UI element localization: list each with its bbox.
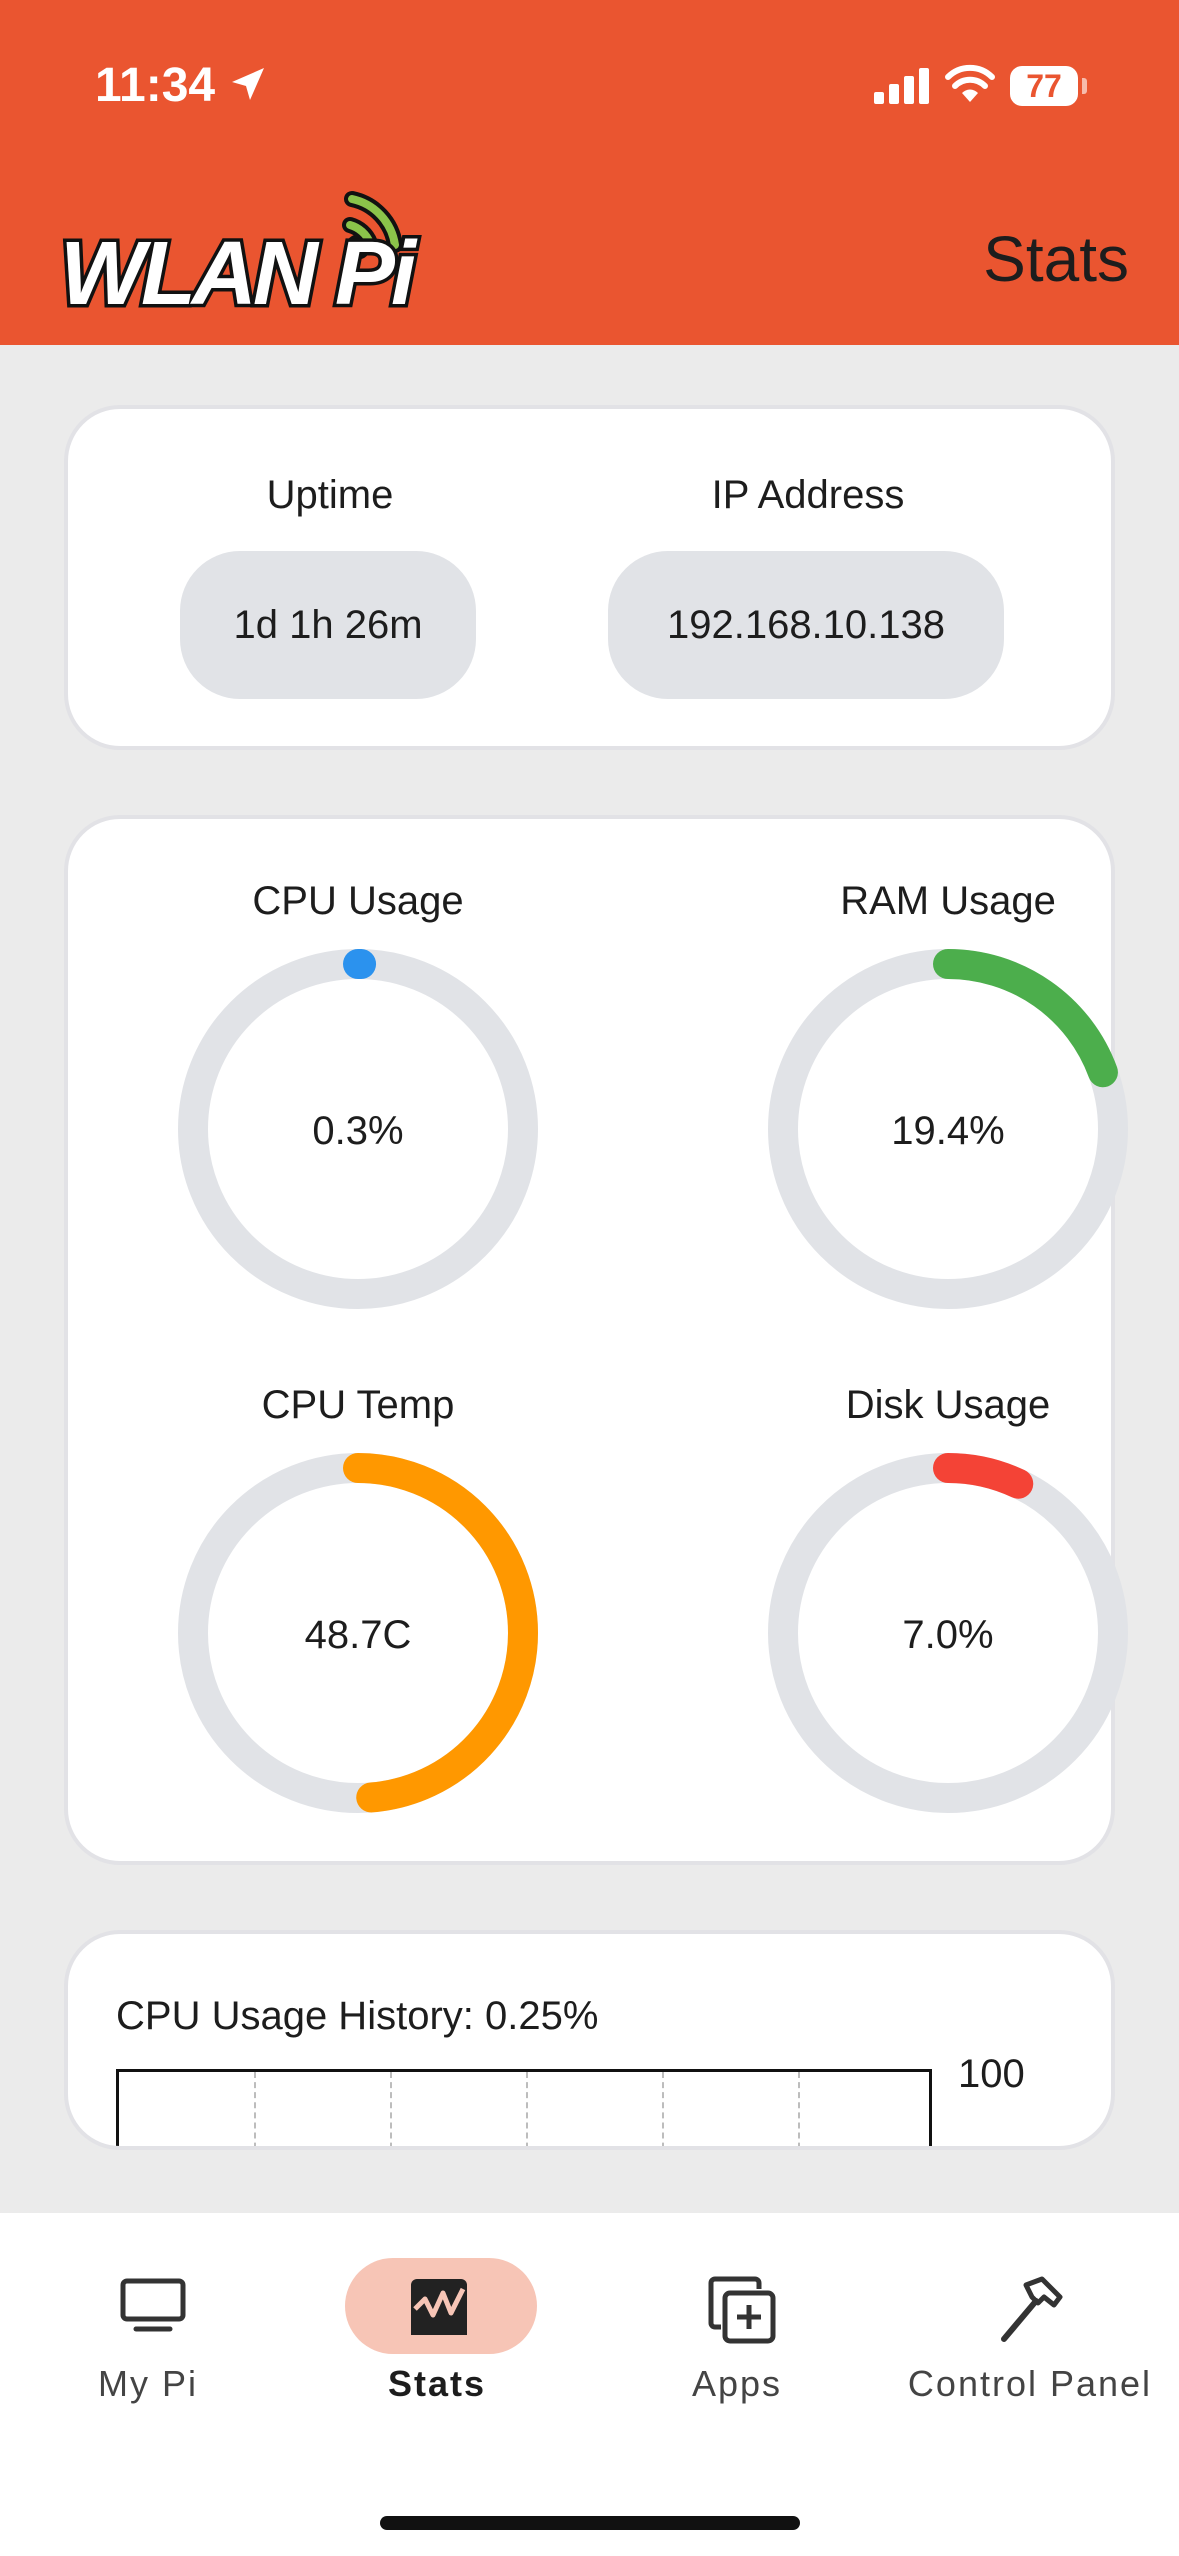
- logo-text: WLAN Pi: [57, 221, 420, 328]
- disk-usage-value: 7.0%: [902, 1613, 994, 1657]
- tab-my-pi[interactable]: My Pi: [8, 2213, 288, 2473]
- summary-card: Uptime 1d 1h 26m IP Address 192.168.10.1…: [64, 405, 1115, 750]
- cpu-usage-label: CPU Usage: [252, 879, 464, 923]
- tab-stats-label: Stats: [387, 2363, 487, 2404]
- chart-gridline: [662, 2072, 664, 2146]
- ram-usage-value: 19.4%: [891, 1109, 1005, 1153]
- cpu-temp-value: 48.7C: [304, 1613, 412, 1657]
- hammer-icon: [1001, 2276, 1063, 2342]
- disk-usage-label: Disk Usage: [845, 1383, 1051, 1427]
- add-apps-icon: [708, 2276, 776, 2344]
- ram-usage-label: RAM Usage: [840, 879, 1056, 923]
- ip-address-label: IP Address: [711, 473, 905, 517]
- cpu-history-chart: [116, 2069, 932, 2146]
- ip-address-value: 192.168.10.138: [608, 551, 1004, 699]
- tab-stats[interactable]: Stats: [297, 2213, 577, 2473]
- tab-control-panel[interactable]: Control Panel: [890, 2213, 1175, 2473]
- chart-max-label: 100: [958, 2052, 1025, 2096]
- battery-indicator: 77: [1010, 66, 1078, 106]
- gauges-card: CPU Usage 0.3% RAM Usage 19.4% CPU Temp …: [64, 815, 1128, 1865]
- location-arrow-icon: [232, 68, 264, 100]
- uptime-value: 1d 1h 26m: [180, 551, 476, 699]
- wlanpi-logo: WLAN Pi: [50, 185, 440, 335]
- cpu-temp-label: CPU Temp: [261, 1383, 455, 1427]
- battery-cap: [1082, 78, 1087, 94]
- cpu-history-title: CPU Usage History: 0.25%: [116, 1994, 599, 2038]
- tab-apps-label: Apps: [691, 2363, 783, 2404]
- chart-gridline: [798, 2072, 800, 2146]
- cellular-signal-icon: [874, 68, 929, 104]
- cpu-usage-value: 0.3%: [312, 1109, 404, 1153]
- chart-gridline: [390, 2072, 392, 2146]
- tab-apps[interactable]: Apps: [597, 2213, 877, 2473]
- home-indicator: [380, 2516, 800, 2530]
- app-header: 11:34 77 WLAN Pi Stats: [0, 0, 1179, 345]
- cpu-history-card: CPU Usage History: 0.25% 100: [64, 1930, 1115, 2150]
- chart-icon: [411, 2279, 467, 2335]
- wifi-icon: [945, 64, 995, 102]
- chart-gridline: [526, 2072, 528, 2146]
- monitor-icon: [120, 2278, 186, 2332]
- tab-my-pi-label: My Pi: [98, 2363, 198, 2404]
- status-time: 11:34: [95, 59, 216, 112]
- tab-control-panel-label: Control Panel: [907, 2363, 1153, 2404]
- uptime-label: Uptime: [266, 473, 394, 517]
- page-title: Stats: [983, 223, 1129, 295]
- chart-gridline: [254, 2072, 256, 2146]
- bottom-tab-bar: My Pi Stats Apps Control Panel: [0, 2213, 1179, 2556]
